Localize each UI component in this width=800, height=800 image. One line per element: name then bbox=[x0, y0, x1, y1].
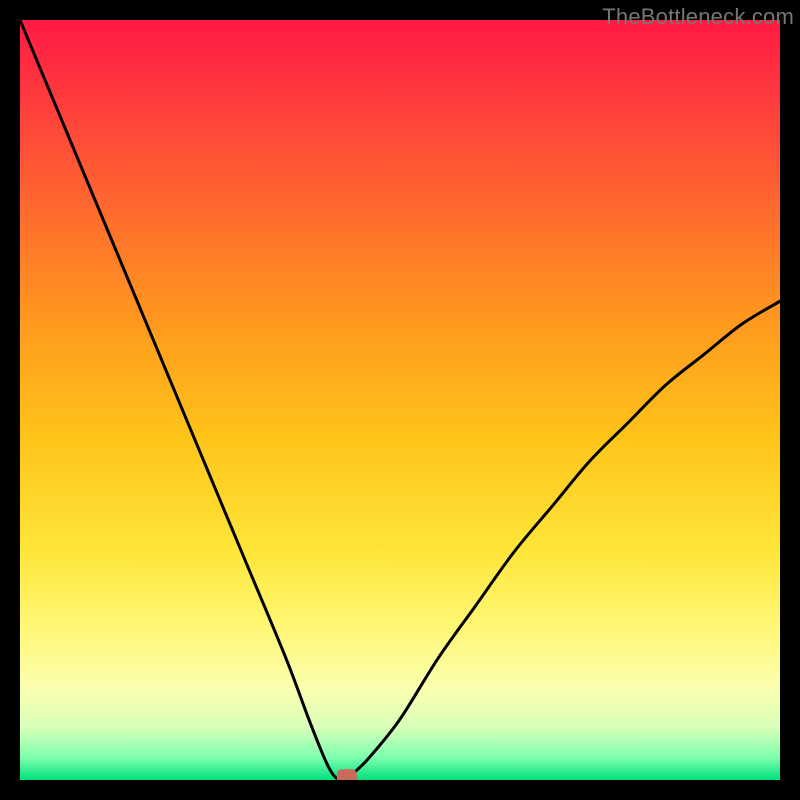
chart-gradient-background bbox=[20, 20, 780, 780]
chart-frame bbox=[20, 20, 780, 780]
minimum-marker bbox=[337, 769, 357, 780]
bottleneck-chart bbox=[20, 20, 780, 780]
watermark-text: TheBottleneck.com bbox=[602, 4, 794, 30]
